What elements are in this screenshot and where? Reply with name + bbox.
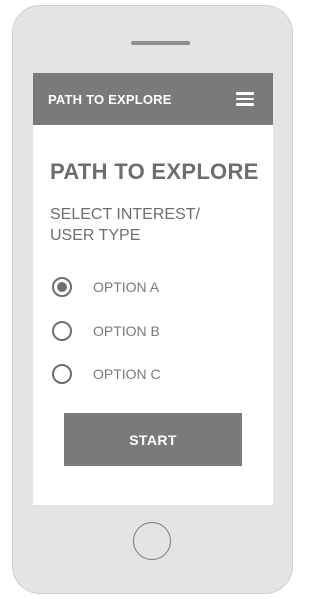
radio-option-a[interactable]: OPTION A bbox=[50, 275, 250, 299]
start-button[interactable]: START bbox=[64, 413, 242, 466]
radio-option-b[interactable]: OPTION B bbox=[50, 319, 250, 343]
app-bar-title: PATH TO EXPLORE bbox=[48, 92, 172, 107]
hamburger-menu-icon[interactable] bbox=[236, 92, 254, 106]
radio-option-label: OPTION C bbox=[93, 366, 161, 382]
page-title: PATH TO EXPLORE bbox=[50, 159, 259, 184]
speaker-grille bbox=[131, 41, 190, 45]
radio-unselected-icon[interactable] bbox=[52, 364, 72, 384]
radio-unselected-icon[interactable] bbox=[52, 321, 72, 341]
radio-selected-icon[interactable] bbox=[52, 277, 72, 297]
phone-frame: PATH TO EXPLORE PATH TO EXPLORE SELECT I… bbox=[12, 5, 293, 594]
app-bar: PATH TO EXPLORE bbox=[33, 73, 273, 125]
subheading-line: SELECT INTEREST/ bbox=[50, 206, 200, 223]
subheading-line: USER TYPE bbox=[50, 227, 141, 244]
radio-option-label: OPTION B bbox=[93, 323, 160, 339]
radio-option-label: OPTION A bbox=[93, 279, 160, 295]
phone-screen: PATH TO EXPLORE PATH TO EXPLORE SELECT I… bbox=[33, 73, 273, 505]
home-button-icon[interactable] bbox=[133, 522, 171, 560]
subheading: SELECT INTEREST/ USER TYPE bbox=[50, 204, 200, 246]
radio-option-c[interactable]: OPTION C bbox=[50, 362, 250, 386]
